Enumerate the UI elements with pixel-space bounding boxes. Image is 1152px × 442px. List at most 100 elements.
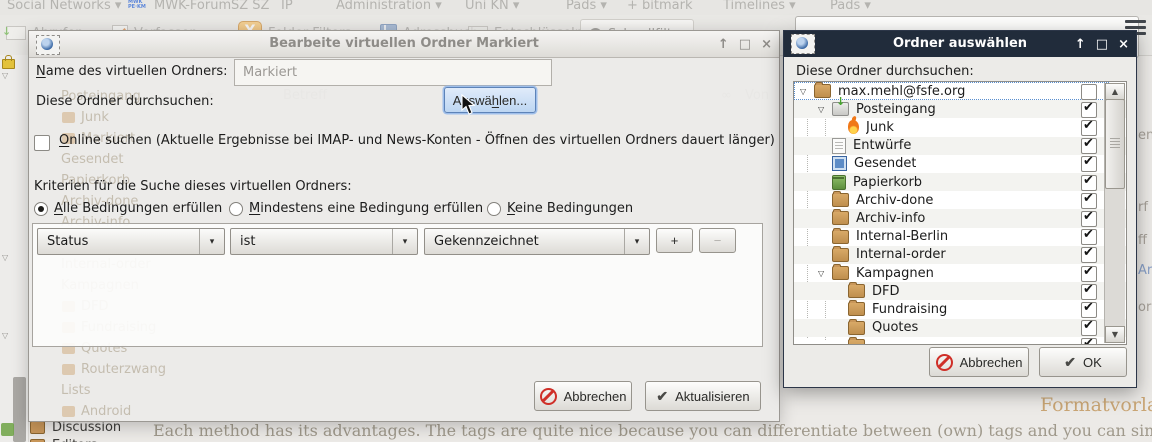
remove-condition-button[interactable]: − <box>699 228 736 253</box>
update-button[interactable]: ✔ Aktualisieren <box>645 381 761 411</box>
folder-checkbox[interactable] <box>1081 338 1097 345</box>
folder-checkbox[interactable] <box>1081 284 1097 300</box>
expander-icon[interactable]: ▽ <box>2 71 8 80</box>
scrollbar-thumb[interactable] <box>1105 99 1125 189</box>
ghost-folder-row: Routerzwang <box>62 362 166 377</box>
clipped-text: Ar <box>1138 263 1152 278</box>
bookmark-item[interactable]: Timelines ▾ <box>723 0 796 13</box>
tree-row-kampagnen[interactable]: ▽Kampagnen <box>794 264 1127 282</box>
folder-checkbox[interactable] <box>1081 193 1097 209</box>
tree-row-internal-order[interactable]: Internal-order <box>794 246 1127 264</box>
bookmark-item[interactable]: Administration ▾ <box>336 0 442 13</box>
bookmark-item[interactable]: SZ SZ <box>231 0 269 13</box>
format-style-label: Formatvorlage <box>1040 394 1152 416</box>
dialog-titlebar[interactable]: Ordner auswählen ↑ □ × <box>784 31 1136 57</box>
bookmark-item[interactable]: + bitmark <box>627 0 693 13</box>
expander-icon[interactable]: ▽ <box>800 87 814 96</box>
folder-checkbox[interactable] <box>1081 175 1097 191</box>
junk-icon <box>848 120 859 134</box>
tree-scrollbar[interactable]: ▲ ▼ <box>1104 83 1125 343</box>
radio-match-none[interactable]: Keine Bedingungen <box>487 201 633 216</box>
tree-row-clipped[interactable] <box>794 337 1127 345</box>
value-dropdown[interactable]: Gekennzeichnet ▾ <box>424 228 650 255</box>
check-icon: ✔ <box>1064 354 1076 371</box>
tree-row-internal-berlin[interactable]: Internal-Berlin <box>794 228 1127 246</box>
folder-tree: ▽max.mehl@fsfe.org▽PosteingangJunkEntwür… <box>793 81 1127 345</box>
clipped-text: rf <box>1138 200 1148 215</box>
search-online-checkbox[interactable] <box>34 135 50 151</box>
drafts-icon <box>832 138 846 154</box>
folder-icon <box>832 230 849 244</box>
folder-checkbox[interactable] <box>1081 229 1097 245</box>
name-label: Name des virtuellen Ordners: <box>36 64 228 79</box>
folder-checkbox[interactable] <box>1081 320 1097 336</box>
bookmark-item[interactable]: IP <box>281 0 293 13</box>
tree-row-junk[interactable]: Junk <box>794 118 1127 136</box>
close-icon[interactable]: × <box>761 37 772 52</box>
folder-item-discussion[interactable]: Discussion <box>30 420 121 435</box>
folder-checkbox[interactable] <box>1081 138 1097 154</box>
tree-row-quotes[interactable]: Quotes <box>794 319 1127 337</box>
tree-row-gesendet[interactable]: Gesendet <box>794 155 1127 173</box>
folder-icon <box>832 211 849 225</box>
folder-checkbox[interactable] <box>1081 120 1097 136</box>
trash-icon <box>832 175 846 190</box>
tree-row-fundraising[interactable]: Fundraising <box>794 300 1127 318</box>
folder-checkbox[interactable] <box>1081 211 1097 227</box>
maximize-icon[interactable]: □ <box>739 37 751 52</box>
maximize-icon[interactable]: □ <box>1096 37 1108 52</box>
attribute-dropdown[interactable]: Status ▾ <box>37 228 225 255</box>
folder-checkbox[interactable] <box>1081 247 1097 263</box>
document-text-line: Each method has its advantages. The tags… <box>153 421 1152 440</box>
expander-icon[interactable]: ▽ <box>818 269 832 278</box>
expander-icon[interactable]: ▽ <box>2 253 8 262</box>
expander-icon[interactable]: ▽ <box>818 105 832 114</box>
mouse-cursor <box>461 94 477 116</box>
bookmark-item[interactable]: MWK-Forum <box>154 0 231 13</box>
folder-checkbox[interactable] <box>1081 156 1097 172</box>
folder-pane-scrollbar[interactable] <box>13 377 26 442</box>
check-icon: ✔ <box>656 388 668 405</box>
folder-checkbox[interactable] <box>1081 102 1097 118</box>
cancel-button[interactable]: Abbrechen <box>534 381 632 411</box>
operator-dropdown[interactable]: ist ▾ <box>230 228 418 255</box>
folder-checkbox[interactable] <box>1081 266 1097 282</box>
expander-icon[interactable]: ▽ <box>2 331 8 340</box>
add-condition-button[interactable]: + <box>656 228 693 253</box>
cancel-icon <box>540 388 557 405</box>
folder-checkbox[interactable] <box>1081 302 1097 318</box>
choose-folders-button[interactable]: Auswählen... <box>444 87 536 113</box>
bookmark-item[interactable]: Pads ▾ <box>830 0 871 13</box>
tree-row-dfd[interactable]: DFD <box>794 282 1127 300</box>
tree-row-archiv-done[interactable]: Archiv-done <box>794 191 1127 209</box>
radio-match-all[interactable]: Alle Bedingungen erfüllen <box>34 201 229 216</box>
restore-icon[interactable]: ↑ <box>1075 37 1086 52</box>
chevron-down-icon: ▾ <box>392 229 417 254</box>
lock-icon <box>2 59 15 69</box>
tree-row-archiv-info[interactable]: Archiv-info <box>794 209 1127 227</box>
search-online-label: Online suchen (Aktuelle Ergebnisse bei I… <box>59 133 775 148</box>
folder-checkbox[interactable] <box>1081 84 1097 100</box>
mwk-favicon: MWKPE·KM <box>128 0 144 12</box>
bookmark-item[interactable]: Social Networks ▾ <box>7 0 121 13</box>
criteria-list: Status ▾ ist ▾ Gekennzeichnet ▾ + − <box>32 223 763 347</box>
desktop: Social Networks ▾ MWK-ForumSZ SZ IP Adminis… <box>0 0 1152 442</box>
folder-item-editors[interactable]: Editors <box>30 438 97 442</box>
bookmark-item[interactable]: Pads ▾ <box>566 0 607 13</box>
scroll-down-icon[interactable]: ▼ <box>1105 326 1125 343</box>
tree-row-posteingang[interactable]: ▽Posteingang <box>794 100 1127 118</box>
restore-icon[interactable]: ↑ <box>718 37 729 52</box>
tree-row-entw-rfe[interactable]: Entwürfe <box>794 137 1127 155</box>
cancel-button[interactable]: Abbrechen <box>929 347 1029 377</box>
close-icon[interactable]: × <box>1118 37 1129 52</box>
radio-icon <box>34 202 48 216</box>
cancel-icon <box>936 354 953 371</box>
bookmark-item[interactable]: Uni KN ▾ <box>465 0 519 13</box>
search-online-row: Online suchen (Aktuelle Ergebnisse bei I… <box>34 133 775 151</box>
tree-row-papierkorb[interactable]: Papierkorb <box>794 173 1127 191</box>
radio-match-any[interactable]: Mindestens eine Bedingung erfüllen <box>229 201 487 216</box>
dialog-titlebar[interactable]: Bearbeite virtuellen Ordner Markiert ↑ □… <box>29 31 779 58</box>
ok-button[interactable]: ✔ OK <box>1039 347 1127 377</box>
virtual-folder-name-input[interactable]: Markiert <box>234 59 552 86</box>
scroll-up-icon[interactable]: ▲ <box>1105 83 1125 100</box>
